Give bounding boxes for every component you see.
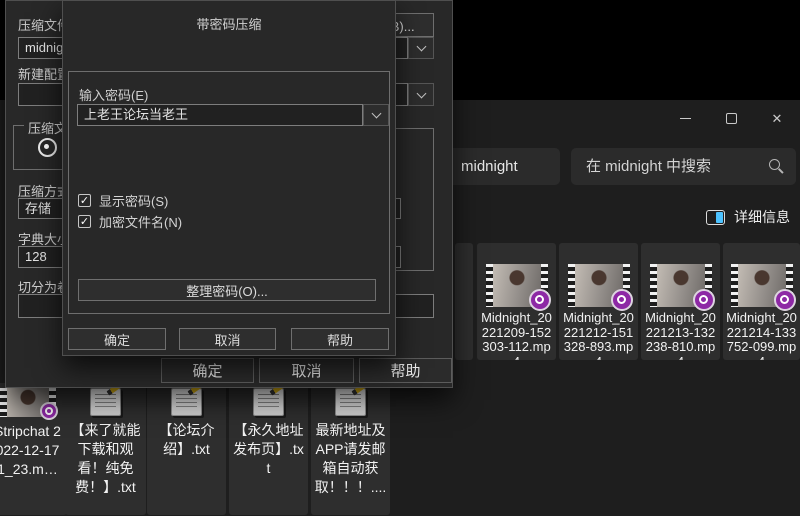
encrypt-filenames-label: 加密文件名(N)	[99, 215, 183, 230]
file-tile-partial[interactable]	[455, 243, 473, 360]
file-tile-video[interactable]: Stripchat 2022-12-17 1_23.m…	[0, 383, 67, 515]
file-name: Midnight_20221209-152303-112.mp4	[481, 310, 552, 360]
archive-name-dropdown-button[interactable]	[408, 37, 434, 59]
chevron-down-icon	[371, 108, 381, 119]
document-page-icon	[252, 388, 284, 416]
details-label: 详细信息	[734, 209, 790, 225]
filmstrip-icon	[567, 264, 575, 307]
search-box[interactable]: 在 midnight 中搜索	[571, 148, 796, 185]
file-name: 【论坛介绍】.txt	[158, 422, 215, 457]
password-dialog: 带密码压缩 输入密码(E) 上老王论坛当老王 ✓ 显示密码(S) ✓ 加密文件名…	[62, 0, 396, 356]
media-badge-icon	[39, 402, 58, 420]
file-tile-text[interactable]: 【来了就能下载和观看！纯免费！】.txt	[65, 383, 146, 515]
text-file-icon	[84, 383, 128, 416]
archive-help-button[interactable]: 帮助	[359, 358, 452, 383]
media-badge-icon	[692, 289, 715, 311]
text-file-icon	[329, 383, 373, 416]
document-page-icon	[334, 388, 366, 416]
search-placeholder: 在 midnight 中搜索	[586, 158, 712, 175]
text-file-icon	[165, 383, 209, 416]
video-thumbnail	[567, 264, 633, 311]
details-pane-icon	[706, 209, 725, 225]
address-bar[interactable]: midnight	[448, 148, 560, 185]
video-thumbnail	[649, 264, 715, 311]
file-name: Midnight_20221213-132238-810.mp4	[645, 310, 716, 360]
filmstrip-icon	[649, 264, 657, 307]
chevron-down-icon	[416, 88, 426, 98]
password-dropdown-button[interactable]	[363, 104, 389, 126]
archive-ok-button[interactable]: 确定	[161, 358, 254, 383]
password-help-button[interactable]: 帮助	[291, 328, 389, 350]
screen: ✕ midnight 在 midnight 中搜索 详细信息 Midnight_…	[0, 0, 800, 516]
profile-dropdown-button[interactable]	[408, 83, 434, 106]
filmstrip-icon	[730, 264, 738, 307]
enter-password-label: 输入密码(E)	[79, 88, 149, 103]
search-icon	[769, 159, 780, 170]
file-tile-video[interactable]: Midnight_20221212-151328-893.mp4	[559, 243, 638, 360]
file-tile-video[interactable]: Midnight_20221209-152303-112.mp4	[477, 243, 556, 360]
video-thumbnail	[485, 264, 551, 311]
document-page-icon	[89, 388, 121, 416]
file-name: 【来了就能下载和观看！纯免费！】.txt	[70, 422, 141, 495]
password-cancel-button[interactable]: 取消	[179, 328, 276, 350]
encrypt-filenames-checkbox[interactable]: ✓	[78, 215, 91, 228]
password-input[interactable]: 上老王论坛当老王	[77, 104, 363, 126]
format-radio-selected[interactable]	[38, 138, 57, 157]
file-tile-video[interactable]: Midnight_20221213-132238-810.mp4	[641, 243, 720, 360]
document-page-icon	[170, 388, 202, 416]
encrypt-filenames-row: ✓ 加密文件名(N)	[78, 212, 182, 231]
close-button[interactable]: ✕	[754, 100, 800, 136]
chevron-down-icon	[416, 41, 426, 52]
media-badge-icon	[773, 289, 796, 311]
address-text: midnight	[461, 158, 518, 175]
media-badge-icon	[528, 289, 551, 311]
video-thumbnail	[0, 388, 58, 420]
minimize-button[interactable]	[662, 100, 708, 136]
text-file-icon	[247, 383, 291, 416]
archive-cancel-button[interactable]: 取消	[259, 358, 354, 383]
show-password-checkbox[interactable]: ✓	[78, 194, 91, 207]
file-name: Midnight_20221214-133752-099.mp4	[726, 310, 797, 360]
window-controls: ✕	[662, 100, 800, 136]
password-dialog-title: 带密码压缩	[196, 17, 262, 32]
file-name: Stripchat 2022-12-17 1_23.m…	[0, 423, 61, 477]
file-tile-text[interactable]: 【永久地址发布页】.txt	[229, 383, 308, 515]
password-ok-button[interactable]: 确定	[68, 328, 166, 350]
minimize-icon	[679, 117, 691, 119]
file-tile-video[interactable]: Midnight_20221214-133752-099.mp4	[723, 243, 800, 360]
file-tile-text[interactable]: 【论坛介绍】.txt	[147, 383, 226, 515]
maximize-button[interactable]	[708, 100, 754, 136]
file-name: Midnight_20221212-151328-893.mp4	[563, 310, 634, 360]
details-pane-button[interactable]: 详细信息	[706, 203, 790, 231]
show-password-label: 显示密码(S)	[99, 194, 169, 209]
filmstrip-icon	[485, 264, 493, 307]
show-password-row: ✓ 显示密码(S)	[78, 191, 168, 210]
file-tile-text[interactable]: 最新地址及APP请发邮箱自动获取！！！....	[311, 383, 390, 515]
maximize-icon	[725, 112, 737, 124]
close-icon: ✕	[771, 110, 783, 126]
organize-passwords-button[interactable]: 整理密码(O)...	[78, 279, 376, 301]
media-badge-icon	[610, 289, 633, 311]
video-thumbnail	[730, 264, 796, 311]
file-name: 最新地址及APP请发邮箱自动获取！！！....	[314, 422, 387, 495]
file-name: 【永久地址发布页】.txt	[233, 422, 304, 476]
